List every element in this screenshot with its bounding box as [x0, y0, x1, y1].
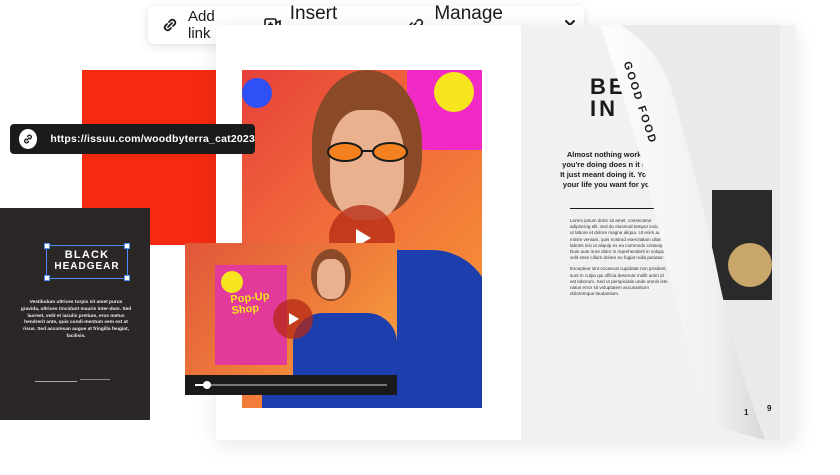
doc-footer-rule — [80, 379, 110, 380]
doc-title-line1: BLACK — [64, 249, 110, 261]
page-curl[interactable] — [600, 25, 780, 440]
selected-title-box[interactable]: BLACK HEADGEAR — [44, 243, 130, 281]
flower-icon — [242, 78, 272, 108]
resize-handle[interactable] — [124, 275, 130, 281]
smiley-icon — [434, 72, 474, 112]
smiley-icon — [221, 271, 243, 293]
resize-handle[interactable] — [44, 243, 50, 249]
video-model-face — [317, 259, 345, 299]
doc-footer-rule — [35, 381, 77, 382]
poster-text: Pop-Up Shop — [229, 290, 271, 317]
video-controls — [185, 375, 397, 395]
page-number-left: 1 — [744, 408, 749, 417]
link-icon — [160, 15, 180, 35]
resize-handle[interactable] — [44, 275, 50, 281]
play-icon — [289, 313, 299, 325]
link-url-tooltip[interactable]: https://issuu.com/woodbyterra_cat2023 — [10, 124, 255, 154]
video-progress-track[interactable] — [195, 384, 387, 386]
doc-title-line2: HEADGEAR — [54, 261, 120, 272]
black-headgear-document: BLACK HEADGEAR Vestibulum ultrices turpi… — [0, 208, 150, 420]
video-play-button[interactable] — [273, 299, 313, 339]
link-icon — [19, 129, 38, 149]
link-url-text: https://issuu.com/woodbyterra_cat2023 — [50, 133, 255, 145]
model-face — [330, 110, 404, 220]
page-number-right: 9 — [767, 404, 772, 413]
sunglasses-icon — [327, 142, 408, 162]
resize-handle[interactable] — [124, 243, 130, 249]
video-scrubber-handle[interactable] — [202, 381, 211, 389]
curl-photo-plate — [728, 243, 772, 287]
video-player[interactable]: Pop-Up Shop — [185, 243, 397, 395]
doc-body-text: Vestibulum ultrices turpis sit amet puru… — [20, 300, 132, 339]
